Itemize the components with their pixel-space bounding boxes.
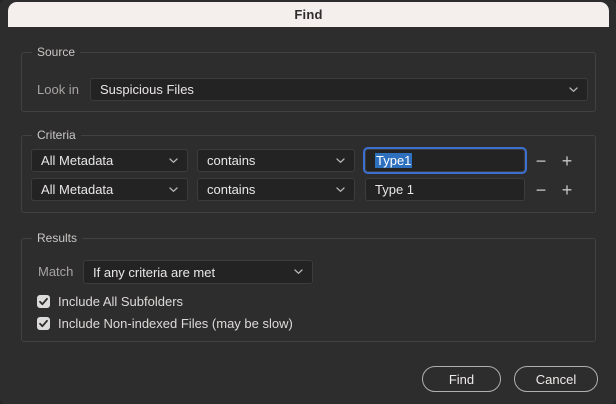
criteria-operator-value: contains [207, 182, 256, 197]
cancel-button[interactable]: Cancel [514, 366, 598, 392]
criteria-value-text: Type 1 [375, 182, 415, 197]
results-group-legend: Results [32, 231, 83, 245]
chevron-down-icon [294, 269, 303, 275]
dialog-title: Find [294, 7, 323, 22]
criteria-group-legend: Criteria [32, 128, 81, 142]
criteria-value-input[interactable]: Type 1 [365, 178, 525, 201]
check-icon [38, 296, 49, 307]
add-criteria-button[interactable]: + [556, 149, 578, 172]
chevron-down-icon [336, 186, 345, 193]
look-in-select[interactable]: Suspicious Files [90, 78, 588, 101]
criteria-operator-value: contains [207, 153, 256, 168]
criteria-field-value: All Metadata [41, 153, 114, 168]
criteria-group: Criteria [21, 128, 596, 213]
chevron-down-icon [336, 157, 345, 164]
match-select[interactable]: If any criteria are met [83, 260, 313, 284]
criteria-field-select[interactable]: All Metadata [31, 178, 188, 201]
match-label: Match [38, 264, 74, 279]
source-group-legend: Source [32, 45, 81, 59]
title-bar[interactable]: Find [8, 2, 609, 27]
remove-criteria-button[interactable]: − [530, 149, 552, 172]
look-in-selected-value: Suspicious Files [100, 82, 194, 97]
include-non-indexed-label[interactable]: Include Non-indexed Files (may be slow) [58, 317, 293, 330]
criteria-operator-select[interactable]: contains [197, 178, 355, 201]
criteria-field-select[interactable]: All Metadata [31, 149, 188, 172]
match-selected-value: If any criteria are met [93, 264, 216, 280]
remove-criteria-button[interactable]: − [530, 178, 552, 201]
chevron-down-icon [169, 186, 178, 193]
criteria-value-input[interactable]: Type1 [365, 149, 525, 172]
look-in-label: Look in [37, 82, 79, 97]
check-icon [38, 318, 49, 329]
find-dialog: Find Source Look in Suspicious Files Cri… [0, 0, 616, 404]
add-criteria-button[interactable]: + [556, 178, 578, 201]
criteria-operator-select[interactable]: contains [197, 149, 355, 172]
include-all-subfolders-label[interactable]: Include All Subfolders [58, 295, 183, 308]
criteria-field-value: All Metadata [41, 182, 114, 197]
find-button[interactable]: Find [422, 366, 501, 392]
checkbox-include-all-subfolders[interactable] [37, 295, 50, 308]
selected-text: Type1 [375, 153, 413, 168]
checkbox-include-non-indexed[interactable] [37, 317, 50, 330]
chevron-down-icon [169, 157, 178, 164]
chevron-down-icon [569, 86, 578, 93]
